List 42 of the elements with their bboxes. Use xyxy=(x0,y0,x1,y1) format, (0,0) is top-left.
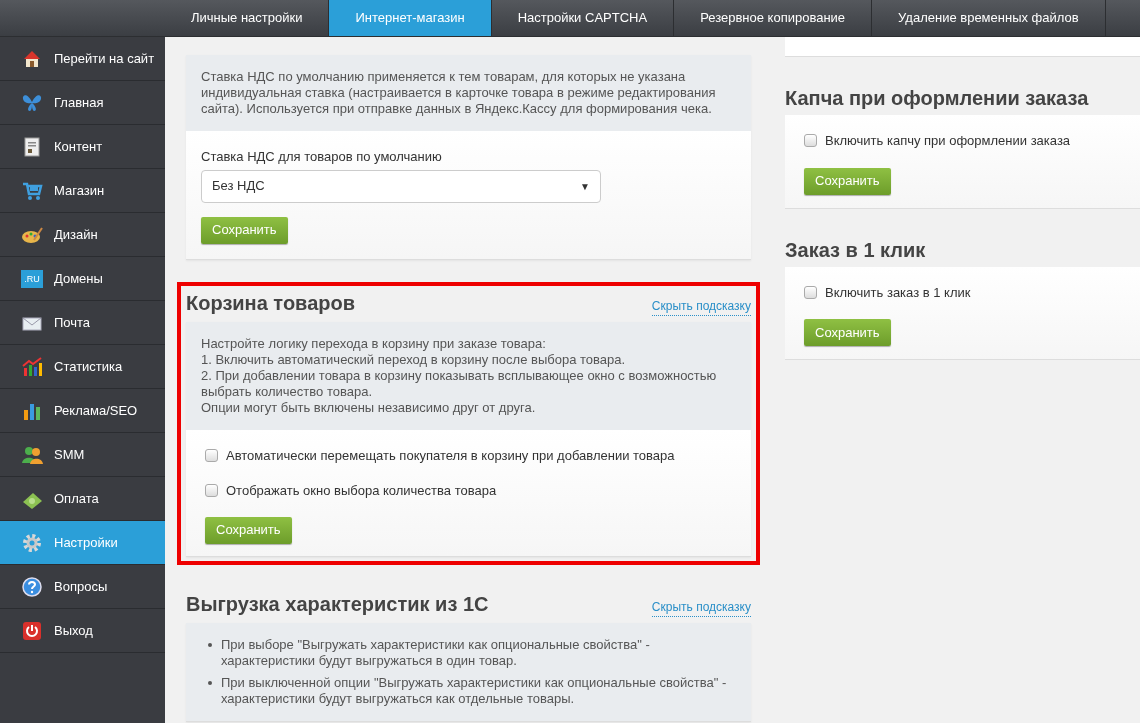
sidebar-item[interactable]: Контент xyxy=(0,125,165,169)
nav-tab[interactable]: Удаление временных файлов xyxy=(872,0,1106,36)
domain-icon: .RU xyxy=(21,269,43,288)
sidebar-item[interactable]: Вопросы xyxy=(0,565,165,609)
sidebar-item[interactable]: Выход xyxy=(0,609,165,653)
nav-tab[interactable]: Резервное копирование xyxy=(674,0,873,36)
hint-text: 2. При добавлении товара в корзину показывать всплывающее окно с возможностью выбрать количество товара. xyxy=(201,367,718,400)
hint-text: Ставка НДС по умолчанию применяется к тем товарам, для которых не указана индивидуальная ставка (настраивается в карточке товара в режиме редактирования сайта). Используется при отправке данных в Яндекс.Кассу для формирования чека. xyxy=(201,69,717,117)
sidebar-item[interactable]: Почта xyxy=(0,301,165,345)
sidebar-item[interactable]: Реклама/SEO xyxy=(0,389,165,433)
checkbox[interactable] xyxy=(205,484,218,498)
hint-text: Опции могут быть включены независимо друг от друга. xyxy=(201,399,537,416)
power-icon xyxy=(21,619,43,642)
section-title: Корзина товаров xyxy=(186,290,355,316)
section-title: Выгрузка характеристик из 1С xyxy=(186,591,489,617)
bullet-text: При выборе "Выгружать характеристики как опциональные свойства" - характеристики будут выгружаться в один товар. xyxy=(208,636,736,669)
field-label: Ставка НДС для товаров по умолчанию xyxy=(201,148,443,166)
checkbox-label: Отображать окно выбора количества товара xyxy=(226,482,497,500)
sidebar-item[interactable]: Главная xyxy=(0,81,165,125)
checkbox-label: Включить капчу при оформлении заказа xyxy=(825,132,1071,150)
settings-icon xyxy=(21,531,43,554)
sidebar-item[interactable]: SMM xyxy=(0,433,165,477)
hint-text: Настройте логику перехода в корзину при заказе товара: xyxy=(201,335,547,352)
help-icon xyxy=(21,575,43,598)
select-dropdown[interactable]: Без НДС ▼ xyxy=(201,169,601,203)
sidebar-item[interactable]: Дизайн xyxy=(0,213,165,257)
nav-tab[interactable]: Настройки CAPTCHA xyxy=(491,0,675,36)
chart-icon xyxy=(21,355,43,378)
section-title: Заказ в 1 клик xyxy=(785,237,927,263)
sidebar-item[interactable]: .RU Домены xyxy=(0,257,165,301)
checkbox[interactable] xyxy=(804,134,817,148)
hint-text: 1. Включить автоматический переход в корзину после выбора товара. xyxy=(201,351,627,368)
sidebar-item[interactable]: Перейти на сайт xyxy=(0,37,165,81)
sidebar-item[interactable]: Магазин xyxy=(0,169,165,213)
sidebar-item[interactable]: Статистика xyxy=(0,345,165,389)
document-icon xyxy=(21,135,43,158)
bullet-text: При выключенной опции "Выгружать характеристики как опциональные свойства" - характеристики будут выгружаться как отдельные товары. xyxy=(208,674,736,707)
checkbox-label: Автоматически перемещать покупателя в корзину при добавлении товара xyxy=(226,446,675,465)
section-title: Капча при оформлении заказа xyxy=(785,86,1090,111)
checkbox-label: Включить заказ в 1 клик xyxy=(825,283,971,302)
checkbox[interactable] xyxy=(205,448,218,462)
checkbox[interactable] xyxy=(804,285,817,299)
